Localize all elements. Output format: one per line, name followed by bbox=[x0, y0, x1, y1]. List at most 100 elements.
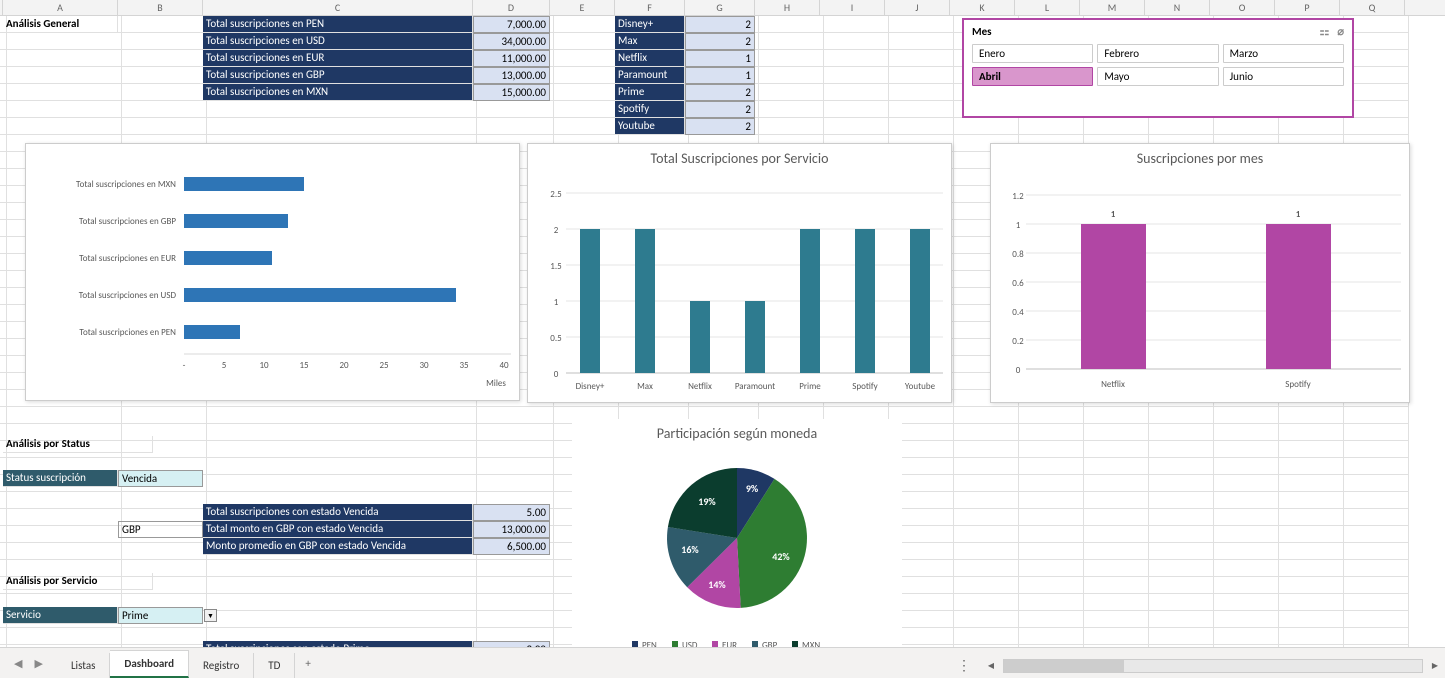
col-B[interactable]: B bbox=[118, 0, 203, 15]
total-label: Total suscripciones en EUR bbox=[203, 50, 473, 67]
svg-text:USD: USD bbox=[682, 640, 698, 647]
hbar-tick: 5 bbox=[222, 360, 227, 371]
sheet-tab[interactable]: TD bbox=[254, 653, 295, 678]
pie-group: 9% 42% 14% 16% 19% bbox=[667, 468, 807, 608]
hbar-tick: 40 bbox=[499, 360, 509, 371]
col-A[interactable]: A bbox=[3, 0, 118, 15]
horizontal-scrollbar[interactable] bbox=[1003, 659, 1423, 673]
add-sheet-button[interactable]: + bbox=[295, 651, 320, 676]
xcat: Paramount bbox=[735, 381, 775, 392]
slicer-item[interactable]: Mayo bbox=[1097, 67, 1218, 86]
chart-hbar-totals[interactable]: Total suscripciones en MXN Total suscrip… bbox=[25, 143, 520, 401]
servicio-value-cell[interactable]: Prime bbox=[118, 607, 203, 624]
svg-text:42%: 42% bbox=[772, 550, 790, 563]
ytick: 0.8 bbox=[1012, 249, 1024, 260]
sheet-tab[interactable]: Listas bbox=[57, 653, 110, 678]
tab-nav-prev[interactable]: ◀ bbox=[10, 655, 26, 672]
xcat: Netflix bbox=[688, 381, 712, 392]
dropdown-icon[interactable]: ▼ bbox=[204, 609, 217, 622]
xcat: Max bbox=[637, 381, 653, 392]
col-G[interactable]: G bbox=[685, 0, 755, 15]
status-field-label: Status suscripción bbox=[3, 470, 118, 487]
hbar-tick: 10 bbox=[259, 360, 269, 371]
slicer-item[interactable]: Junio bbox=[1223, 67, 1344, 86]
bar bbox=[745, 301, 765, 373]
hbar-cat: Total suscripciones en USD bbox=[79, 290, 177, 301]
clear-filter-icon[interactable]: ⌀ bbox=[1337, 25, 1344, 38]
hbar-tick: - bbox=[183, 360, 186, 371]
ytick: 0 bbox=[1016, 365, 1021, 376]
status-row-value: 13,000.00 bbox=[473, 521, 550, 538]
slicer-item[interactable]: Marzo bbox=[1223, 44, 1344, 63]
chart-title: Participación según moneda bbox=[572, 419, 902, 448]
sheet-tab[interactable]: Registro bbox=[189, 653, 254, 678]
total-value: 15,000.00 bbox=[473, 84, 550, 101]
bar bbox=[580, 229, 600, 373]
totals-table: Total suscripciones en PEN7,000.00 Total… bbox=[203, 16, 550, 101]
svg-text:16%: 16% bbox=[681, 543, 699, 556]
col-H[interactable]: H bbox=[755, 0, 820, 15]
col-E[interactable]: E bbox=[550, 0, 615, 15]
data-label: 1 bbox=[1111, 209, 1116, 220]
hbar-bar bbox=[184, 325, 240, 339]
slicer-item[interactable]: Febrero bbox=[1097, 44, 1218, 63]
status-block-table: Total suscripciones con estado Vencida5.… bbox=[203, 504, 550, 555]
ytick: 0.4 bbox=[1012, 307, 1024, 318]
service-count: 1 bbox=[685, 50, 755, 67]
total-label: Total suscripciones en USD bbox=[203, 33, 473, 50]
sheet-tab[interactable]: Dashboard bbox=[110, 650, 189, 678]
multiselect-icon[interactable]: ⚏ bbox=[1320, 25, 1330, 38]
chart-title: Suscripciones por mes bbox=[991, 144, 1409, 173]
xcat: Netflix bbox=[1101, 379, 1125, 390]
chart-bar-mes[interactable]: Suscripciones por mes 0 0.2 0.4 0.6 0.8 … bbox=[990, 143, 1410, 403]
chart-pie-moneda[interactable]: Participación según moneda 9% 42% 14% 16… bbox=[572, 419, 902, 647]
col-K[interactable]: K bbox=[950, 0, 1015, 15]
hbar-cat: Total suscripciones en EUR bbox=[79, 253, 176, 264]
col-L[interactable]: L bbox=[1015, 0, 1080, 15]
col-M[interactable]: M bbox=[1080, 0, 1145, 15]
col-N[interactable]: N bbox=[1145, 0, 1210, 15]
tab-nav-next[interactable]: ▶ bbox=[30, 655, 46, 672]
hbar-bar bbox=[184, 251, 272, 265]
slicer-mes[interactable]: Mes ⚏ ⌀ EneroFebreroMarzoAbrilMayoJunio bbox=[962, 18, 1354, 118]
header-analisis-general: Análisis General bbox=[3, 16, 118, 33]
col-D[interactable]: D bbox=[473, 0, 550, 15]
total-label: Total suscripciones en PEN bbox=[203, 16, 473, 33]
svg-text:PEN: PEN bbox=[642, 640, 657, 647]
service-name: Spotify bbox=[615, 101, 685, 118]
col-O[interactable]: O bbox=[1210, 0, 1275, 15]
col-C[interactable]: C bbox=[203, 0, 473, 15]
currency-value-cell[interactable]: GBP bbox=[118, 521, 203, 538]
col-Q[interactable]: Q bbox=[1340, 0, 1405, 15]
total-value: 34,000.00 bbox=[473, 33, 550, 50]
slicer-item[interactable]: Enero bbox=[972, 44, 1093, 63]
hscroll-right[interactable]: ▶ bbox=[1429, 660, 1441, 672]
svg-text:MXN: MXN bbox=[802, 640, 820, 647]
col-F[interactable]: F bbox=[615, 0, 685, 15]
hscroll-left[interactable]: ◀ bbox=[985, 660, 997, 672]
hbar-bar bbox=[184, 177, 304, 191]
chart-bar-servicios[interactable]: Total Suscripciones por Servicio 0 0.5 1… bbox=[527, 143, 952, 403]
col-P[interactable]: P bbox=[1275, 0, 1340, 15]
hbar-tick: 30 bbox=[419, 360, 429, 371]
ytick: 0.2 bbox=[1012, 336, 1024, 347]
hbar-bar bbox=[184, 288, 456, 302]
services-table: Disney+2 Max2 Netflix1 Paramount1 Prime2… bbox=[615, 16, 755, 135]
ytick: 1.5 bbox=[550, 261, 562, 272]
sheet-menu-icon[interactable]: ⋮ bbox=[949, 657, 979, 674]
status-value-cell[interactable]: Vencida bbox=[118, 470, 203, 487]
status-row-value: 5.00 bbox=[473, 504, 550, 521]
col-I[interactable]: I bbox=[820, 0, 885, 15]
col-J[interactable]: J bbox=[885, 0, 950, 15]
hbar-tick: 15 bbox=[299, 360, 309, 371]
hscroll-thumb[interactable] bbox=[1004, 660, 1124, 672]
bar bbox=[800, 229, 820, 373]
svg-text:EUR: EUR bbox=[722, 640, 737, 647]
slicer-item[interactable]: Abril bbox=[972, 67, 1093, 86]
ytick: 0.5 bbox=[550, 333, 562, 344]
total-label: Total suscripciones en MXN bbox=[203, 84, 473, 101]
service-count: 2 bbox=[685, 84, 755, 101]
service-name: Youtube bbox=[615, 118, 685, 135]
servicio-field-label: Servicio bbox=[3, 607, 118, 624]
ytick: 1 bbox=[1016, 220, 1021, 231]
